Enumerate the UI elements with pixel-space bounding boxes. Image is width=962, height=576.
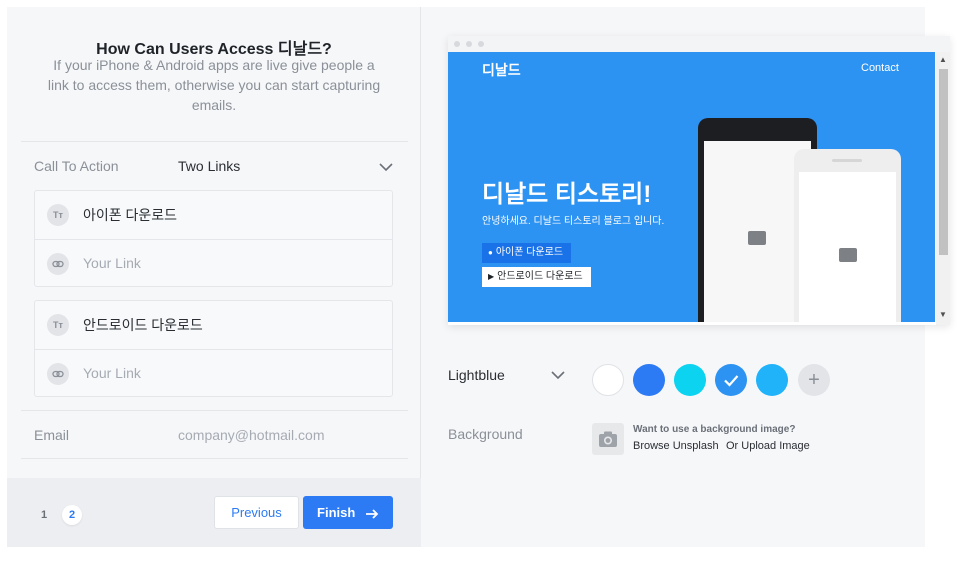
- finish-button[interactable]: Finish: [303, 496, 393, 529]
- theme-select[interactable]: Lightblue: [448, 367, 505, 383]
- camera-icon[interactable]: [592, 423, 624, 455]
- android-button-label: 안드로이드 다운로드: [497, 271, 583, 282]
- browser-preview: 디날드 Contact 디날드 티스토리! 안녕하세요. 디날드 티스토리 블로…: [448, 36, 950, 325]
- chevron-down-icon[interactable]: [378, 159, 394, 175]
- form-subtitle: If your iPhone & Android apps are live g…: [47, 57, 381, 113]
- play-icon: ▶: [488, 272, 495, 281]
- link-name-row[interactable]: Tт 안드로이드 다운로드: [35, 301, 392, 349]
- browser-bar: [448, 36, 950, 52]
- link-url-row[interactable]: Your Link: [35, 239, 392, 287]
- text-format-icon: Tт: [47, 314, 69, 336]
- divider: [21, 141, 408, 142]
- link-name-input[interactable]: 안드로이드 다운로드: [83, 315, 203, 335]
- hero-subline: 안녕하세요. 디날드 티스토리 블로그 입니다.: [482, 216, 665, 227]
- link-url-row[interactable]: Your Link: [35, 349, 392, 397]
- link-name-input[interactable]: 아이폰 다운로드: [83, 205, 177, 225]
- hero-section: 디날드 Contact 디날드 티스토리! 안녕하세요. 디날드 티스토리 블로…: [448, 52, 935, 322]
- image-placeholder-icon: [839, 248, 857, 262]
- ios-download-button[interactable]: ● 아이폰 다운로드: [482, 243, 572, 263]
- divider: [21, 410, 408, 411]
- color-swatch-selected[interactable]: [715, 364, 747, 396]
- link-icon: [47, 253, 69, 275]
- check-icon: [724, 375, 739, 387]
- page-indicator-2[interactable]: 2: [62, 505, 82, 525]
- phone-mockup-light: [794, 149, 901, 322]
- window-dot-icon: [454, 41, 460, 47]
- color-swatch[interactable]: [756, 364, 788, 396]
- divider: [21, 458, 408, 459]
- scroll-down-icon[interactable]: ▼: [939, 311, 947, 319]
- form-panel: How Can Users Access 디날드? If your iPhone…: [7, 7, 421, 547]
- cta-label: Call To Action: [34, 158, 119, 174]
- finish-label: Finish: [317, 505, 356, 520]
- background-question: Want to use a background image?: [633, 424, 796, 435]
- window-dot-icon: [466, 41, 472, 47]
- color-swatch[interactable]: [674, 364, 706, 396]
- text-format-icon: Tт: [47, 204, 69, 226]
- ios-button-label: 아이폰 다운로드: [495, 247, 564, 258]
- cta-select[interactable]: Two Links: [178, 158, 240, 174]
- site-logo[interactable]: 디날드: [482, 60, 521, 80]
- arrow-right-icon: [365, 508, 379, 519]
- color-swatch[interactable]: [633, 364, 665, 396]
- page-indicator-1[interactable]: 1: [34, 505, 54, 525]
- form-footer: 1 2 Previous Finish: [7, 478, 421, 547]
- link-url-input[interactable]: Your Link: [83, 255, 141, 271]
- upload-image-link[interactable]: Or Upload Image: [726, 440, 810, 452]
- link-name-row[interactable]: Tт 아이폰 다운로드: [35, 191, 392, 239]
- phone-screen: [799, 172, 896, 322]
- apple-icon: ●: [488, 248, 493, 257]
- previous-button[interactable]: Previous: [214, 496, 299, 529]
- browse-unsplash-link[interactable]: Browse Unsplash: [633, 440, 719, 452]
- preview-panel: 디날드 Contact 디날드 티스토리! 안녕하세요. 디날드 티스토리 블로…: [421, 7, 950, 547]
- background-label: Background: [448, 426, 523, 442]
- android-download-button[interactable]: ▶ 안드로이드 다운로드: [482, 267, 591, 287]
- add-color-button[interactable]: +: [798, 364, 830, 396]
- link-url-input[interactable]: Your Link: [83, 365, 141, 381]
- window-dot-icon: [478, 41, 484, 47]
- preview-scrollbar[interactable]: ▲ ▼: [936, 52, 950, 325]
- email-label: Email: [34, 427, 70, 443]
- email-input[interactable]: company@hotmail.com: [178, 427, 325, 443]
- link-icon: [47, 363, 69, 385]
- hero-headline: 디날드 티스토리!: [482, 181, 652, 208]
- link-group-2: Tт 안드로이드 다운로드 Your Link: [34, 300, 393, 397]
- link-group-1: Tт 아이폰 다운로드 Your Link: [34, 190, 393, 287]
- image-placeholder-icon: [748, 231, 766, 245]
- chevron-down-icon[interactable]: [550, 367, 566, 383]
- phone-speaker: [832, 159, 862, 162]
- contact-link[interactable]: Contact: [861, 62, 899, 74]
- color-swatch[interactable]: [592, 364, 624, 396]
- scroll-up-icon[interactable]: ▲: [939, 56, 947, 64]
- scroll-thumb[interactable]: [939, 69, 948, 255]
